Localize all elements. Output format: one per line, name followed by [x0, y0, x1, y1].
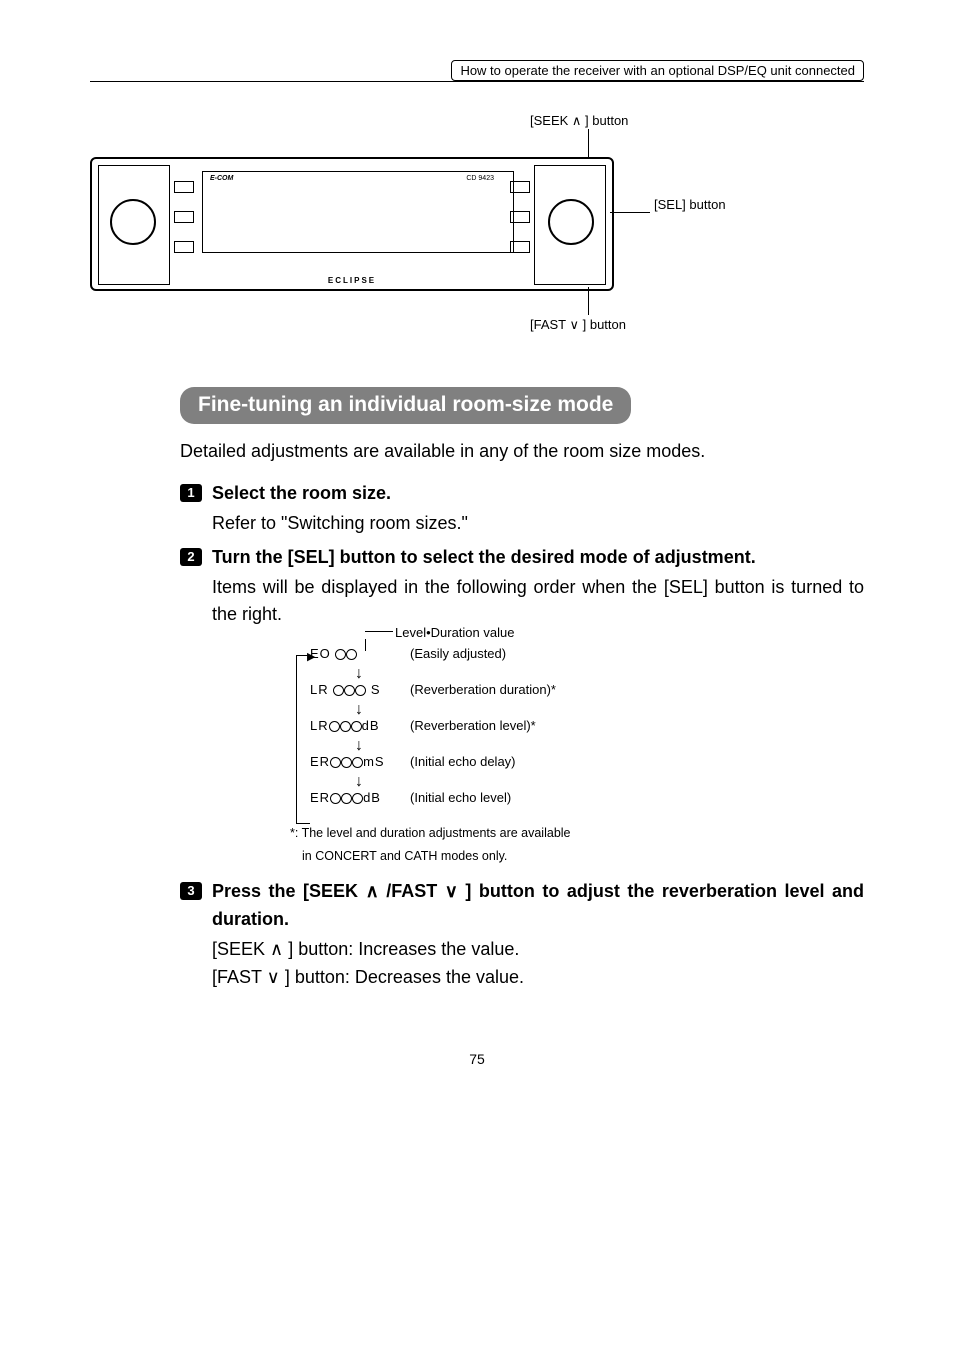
- loop-arrow: ▶: [307, 650, 315, 663]
- flow-desc: (Reverberation duration)*: [410, 682, 556, 697]
- device-brand-label: ECLIPSE: [328, 276, 376, 285]
- flow-row-er-ms: ER mS (Initial echo delay): [310, 751, 730, 771]
- down-arrow-icon: [355, 705, 730, 715]
- flow-ldv-line: [365, 639, 366, 651]
- step-3: 3 Press the [SEEK ∧ /FAST ∨ ] button to …: [180, 878, 864, 992]
- receiver-device: E-COM CD 9423 ECLIPSE: [90, 157, 614, 291]
- step-1-title: Select the room size.: [212, 480, 864, 508]
- flow-desc: (Reverberation level)*: [410, 718, 536, 733]
- step-2-desc: Items will be displayed in the following…: [212, 574, 864, 630]
- step-2: 2 Turn the [SEL] button to select the de…: [180, 544, 864, 630]
- flow-row-eo: EO (Easily adjusted): [310, 643, 730, 663]
- step-num-3: 3: [180, 882, 202, 900]
- callout-seek-up: [SEEK ∧ ] button: [530, 113, 628, 129]
- preset-btn-5: [510, 211, 530, 223]
- callout-line: [588, 287, 589, 315]
- step-1-desc: Refer to "Switching room sizes.": [212, 510, 864, 538]
- step-2-title: Turn the [SEL] button to select the desi…: [212, 544, 864, 572]
- flow-diagram: Level•Duration value ▶ EO (Easily adjust…: [310, 643, 730, 807]
- flow-suffix: mS: [363, 754, 385, 769]
- section-intro: Detailed adjustments are available in an…: [180, 438, 864, 466]
- flow-suffix: dB: [362, 718, 380, 733]
- device-model-label: E-COM: [210, 175, 233, 182]
- preset-btn-4: [510, 181, 530, 193]
- preset-btn-1: [174, 181, 194, 193]
- flow-ldv-line: [365, 631, 393, 632]
- step-3-desc-1: [SEEK ∧ ] button: Increases the value.: [212, 936, 864, 964]
- flow-suffix: S: [366, 682, 380, 697]
- flow-footnote-2: in CONCERT and CATH modes only.: [302, 848, 864, 864]
- preset-btn-6: [510, 241, 530, 253]
- callout-fast-down: [FAST ∨ ] button: [530, 317, 626, 333]
- loop-line: [296, 655, 297, 823]
- down-arrow-icon: [355, 777, 730, 787]
- callout-line: [610, 212, 650, 213]
- step-3-title: Press the [SEEK ∧ /FAST ∨ ] button to ad…: [212, 878, 864, 934]
- device-cd-label: CD 9423: [466, 175, 494, 182]
- flow-row-er-db: ER dB (Initial echo level): [310, 787, 730, 807]
- left-knob: [110, 199, 156, 245]
- down-arrow-icon: [355, 741, 730, 751]
- flow-suffix: dB: [363, 790, 381, 805]
- flow-footnote-1: *: The level and duration adjustments ar…: [290, 825, 864, 841]
- flow-desc: (Initial echo level): [410, 790, 511, 805]
- step-3-desc-2: [FAST ∨ ] button: Decreases the value.: [212, 964, 864, 992]
- down-arrow-icon: [355, 669, 730, 679]
- loop-line: [296, 823, 310, 824]
- flow-code: LR: [310, 718, 329, 733]
- page-number: 75: [90, 1051, 864, 1067]
- step-1: 1 Select the room size. Refer to "Switch…: [180, 480, 864, 538]
- step-num-2: 2: [180, 548, 202, 566]
- section-title-pill: Fine-tuning an individual room-size mode: [180, 387, 631, 424]
- flow-desc: (Easily adjusted): [410, 646, 506, 661]
- flow-row-lr-s: LR S (Reverberation duration)*: [310, 679, 730, 699]
- flow-desc: (Initial echo delay): [410, 754, 516, 769]
- preset-btn-3: [174, 241, 194, 253]
- breadcrumb: How to operate the receiver with an opti…: [451, 60, 864, 81]
- flow-code: ER: [310, 754, 330, 769]
- level-duration-label: Level•Duration value: [395, 625, 514, 640]
- callout-sel: [SEL] button: [654, 197, 726, 213]
- flow-code: LR: [310, 682, 329, 697]
- preset-btn-2: [174, 211, 194, 223]
- header-rule: [90, 81, 864, 82]
- right-knob: [548, 199, 594, 245]
- device-display: [202, 171, 514, 253]
- device-diagram: [SEEK ∧ ] button E-COM CD 9423 ECLIPSE […: [90, 127, 864, 367]
- flow-row-lr-db: LR dB (Reverberation level)*: [310, 715, 730, 735]
- step-num-1: 1: [180, 484, 202, 502]
- flow-code: ER: [310, 790, 330, 805]
